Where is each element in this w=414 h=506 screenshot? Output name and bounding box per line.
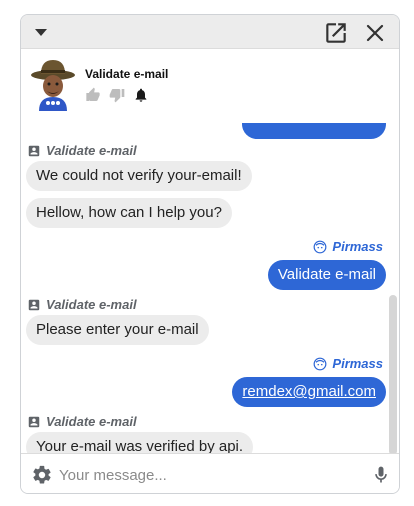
message-bubble: Your e-mail was verified by api.	[26, 432, 254, 453]
gear-icon[interactable]	[31, 464, 53, 486]
composer-bar	[21, 453, 399, 493]
message-bubble: Please enter your e-mail	[26, 315, 209, 345]
user-face-icon	[313, 240, 327, 253]
message-sender: Validate e-mail	[27, 414, 137, 429]
message-bubble: We could not verify your-email!	[26, 161, 252, 191]
agent-name: Validate e-mail	[85, 67, 169, 81]
thumbs-down-icon[interactable]	[109, 87, 125, 103]
scrollbar-thumb[interactable]	[389, 295, 397, 453]
message-bubble: Validate e-mail	[267, 260, 386, 290]
message-bubble-clipped	[242, 123, 386, 139]
message-sender: Pirmass	[313, 239, 383, 254]
message-sender: Validate e-mail	[27, 297, 137, 312]
thumbs-up-icon[interactable]	[85, 87, 101, 103]
rating-row	[85, 87, 149, 103]
message-list[interactable]: Validate e-mail We could not verify your…	[21, 123, 399, 453]
agent-badge-icon	[28, 299, 40, 310]
message-bubble: Hellow, how can I help you?	[26, 198, 232, 228]
microphone-icon[interactable]	[371, 463, 391, 487]
message-sender: Validate e-mail	[27, 143, 137, 158]
user-face-icon	[313, 357, 327, 370]
popout-icon[interactable]	[323, 20, 349, 46]
message-bubble-email-link[interactable]: remdex@gmail.com	[232, 377, 386, 407]
message-sender: Pirmass	[313, 356, 383, 371]
agent-avatar	[31, 60, 75, 111]
agent-badge-icon	[28, 416, 40, 427]
chat-widget: Validate e-mail Validate e-mail We could…	[20, 14, 400, 494]
minimize-caret-icon[interactable]	[35, 29, 47, 36]
message-input[interactable]	[59, 462, 359, 488]
chat-header: Validate e-mail	[21, 49, 399, 123]
bell-icon[interactable]	[133, 87, 149, 103]
agent-badge-icon	[28, 145, 40, 156]
close-icon[interactable]	[363, 21, 387, 45]
widget-topbar	[21, 15, 399, 49]
